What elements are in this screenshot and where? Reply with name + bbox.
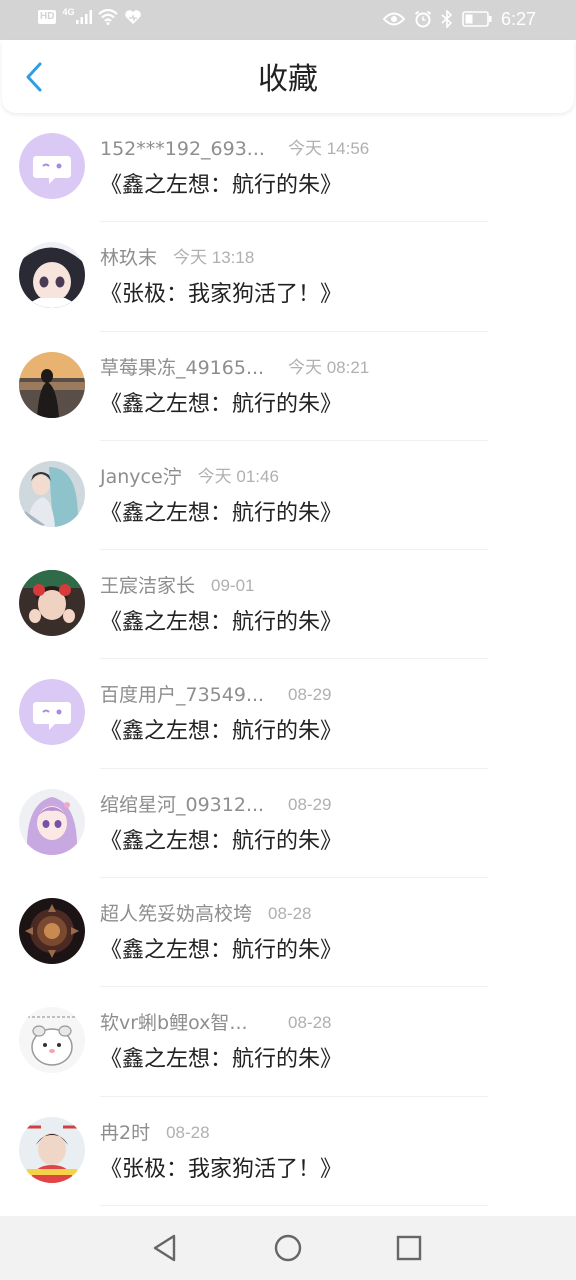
list-item[interactable]: 152***192_693... 今天 14:56 《鑫之左想：航行的朱》	[0, 113, 576, 223]
meta-row: 绾绾星河_09312... 08-29	[100, 793, 331, 817]
meta-row: 超人筅妥妫高校垮 08-28	[100, 902, 312, 926]
default-chat-avatar-icon	[19, 679, 85, 746]
avatar[interactable]	[19, 133, 85, 199]
timestamp: 今天 08:21	[288, 357, 370, 377]
meta-row: 草莓果冻_49165... 今天 08:21	[100, 356, 369, 380]
hd-badge: HD	[38, 10, 57, 24]
recents-square-icon	[396, 1235, 422, 1261]
favorite-title: 《鑫之左想：航行的朱》	[100, 828, 343, 854]
username: 绾绾星河_09312...	[100, 793, 265, 816]
home-circle-icon	[274, 1234, 302, 1262]
bluetooth-icon	[441, 10, 453, 28]
username: 超人筅妥妫高校垮	[100, 903, 253, 926]
alarm-icon	[414, 10, 432, 28]
timestamp: 08-29	[288, 794, 332, 814]
boy-photo-avatar-icon	[19, 1116, 85, 1183]
nav-home-button[interactable]	[273, 1233, 303, 1263]
username: Janyce泞	[100, 465, 182, 488]
favorite-title: 《张极：我家狗活了！》	[100, 282, 343, 308]
meta-row: 百度用户_73549... 08-29	[100, 683, 331, 707]
username: 王宸洁家长	[100, 575, 196, 598]
status-right: 6:27	[382, 8, 536, 30]
timestamp: 今天 13:18	[173, 248, 255, 268]
favorite-title: 《鑫之左想：航行的朱》	[100, 719, 343, 745]
list-item[interactable]: Janyce泞 今天 01:46 《鑫之左想：航行的朱》	[0, 441, 576, 551]
network-type-label: 4G	[62, 7, 75, 17]
favorite-title: 《鑫之左想：航行的朱》	[100, 391, 343, 417]
username: 冉2时	[100, 1121, 151, 1144]
list-item[interactable]: 绾绾星河_09312... 08-29 《鑫之左想：航行的朱》	[0, 769, 576, 879]
divider	[100, 1204, 488, 1206]
meta-row: 冉2时 08-28	[100, 1121, 210, 1145]
avatar[interactable]	[19, 679, 85, 746]
list-item[interactable]: 软vr蜊b鲤ox智... 08-28 《鑫之左想：航行的朱》	[0, 987, 576, 1097]
nav-back-button[interactable]	[150, 1233, 180, 1263]
meta-row: Janyce泞 今天 01:46	[100, 465, 279, 489]
page-title: 收藏	[258, 62, 318, 97]
list-item[interactable]: 百度用户_73549... 08-29 《鑫之左想：航行的朱》	[0, 659, 576, 769]
heart-icon	[125, 10, 142, 24]
meta-row: 152***192_693... 今天 14:56	[100, 137, 369, 161]
timestamp: 今天 14:56	[288, 139, 370, 158]
meta-row: 软vr蜊b鲤ox智... 08-28	[100, 1011, 331, 1035]
dark-emblem-avatar-icon	[19, 898, 85, 965]
meta-row: 王宸洁家长 09-01	[100, 574, 255, 598]
favorite-title: 《鑫之左想：航行的朱》	[100, 938, 343, 964]
hamster-sketch-avatar-icon	[19, 1007, 85, 1074]
status-time: 6:27	[500, 9, 536, 29]
battery-icon	[462, 11, 492, 27]
timestamp: 08-29	[288, 685, 332, 705]
username: 152***192_693...	[100, 138, 265, 160]
child-photo-avatar-icon	[19, 570, 85, 637]
username: 百度用户_73549...	[100, 684, 265, 707]
favorite-title: 《鑫之左想：航行的朱》	[100, 500, 343, 526]
favorite-title: 《鑫之左想：航行的朱》	[100, 173, 343, 198]
avatar[interactable]	[19, 460, 85, 527]
timestamp: 08-28	[268, 904, 312, 924]
avatar[interactable]	[19, 242, 85, 309]
timestamp: 08-28	[166, 1122, 210, 1142]
nav-recents-button[interactable]	[394, 1233, 424, 1263]
meta-row: 林玖末 今天 13:18	[100, 246, 254, 270]
favorite-title: 《鑫之左想：航行的朱》	[100, 610, 343, 636]
status-bar: HD 4G 6:27	[0, 0, 576, 40]
avatar[interactable]	[19, 1007, 85, 1074]
purple-hair-anime-avatar-icon	[19, 788, 85, 855]
avatar[interactable]	[19, 1116, 85, 1183]
list-item[interactable]: 林玖末 今天 13:18 《张极：我家狗活了！》	[0, 222, 576, 332]
status-left: HD 4G	[38, 7, 142, 25]
avatar[interactable]	[19, 570, 85, 637]
sunset-silhouette-avatar-icon	[19, 351, 85, 418]
username: 软vr蜊b鲤ox智...	[100, 1012, 248, 1035]
avatar[interactable]	[19, 351, 85, 418]
default-chat-avatar-icon	[19, 133, 85, 199]
list-item[interactable]: 王宸洁家长 09-01 《鑫之左想：航行的朱》	[0, 550, 576, 660]
timestamp: 今天 01:46	[197, 466, 279, 486]
username: 林玖末	[100, 247, 158, 270]
list-item[interactable]: 草莓果冻_49165... 今天 08:21 《鑫之左想：航行的朱》	[0, 332, 576, 441]
username: 草莓果冻_49165...	[100, 356, 265, 379]
blue-hair-girl-avatar-icon	[19, 460, 85, 527]
list-item[interactable]: 超人筅妥妫高校垮 08-28 《鑫之左想：航行的朱》	[0, 878, 576, 988]
favorite-title: 《鑫之左想：航行的朱》	[100, 1047, 343, 1073]
list-item[interactable]: 冉2时 08-28 《张极：我家狗活了！》	[0, 1097, 576, 1206]
wifi-icon	[98, 9, 119, 25]
system-nav-bar	[0, 1216, 576, 1280]
avatar[interactable]	[19, 788, 85, 855]
back-triangle-icon	[153, 1234, 176, 1262]
anime-girl-avatar-icon	[19, 242, 85, 309]
title-bar: 收藏	[2, 40, 574, 113]
avatar[interactable]	[19, 898, 85, 965]
timestamp: 08-28	[288, 1013, 332, 1033]
favorite-title: 《张极：我家狗活了！》	[100, 1156, 343, 1182]
eye-icon	[382, 12, 405, 26]
signal-icon	[76, 10, 93, 24]
timestamp: 09-01	[211, 576, 255, 596]
favorites-list: 152***192_693... 今天 14:56 《鑫之左想：航行的朱》 林玖…	[0, 113, 576, 1206]
